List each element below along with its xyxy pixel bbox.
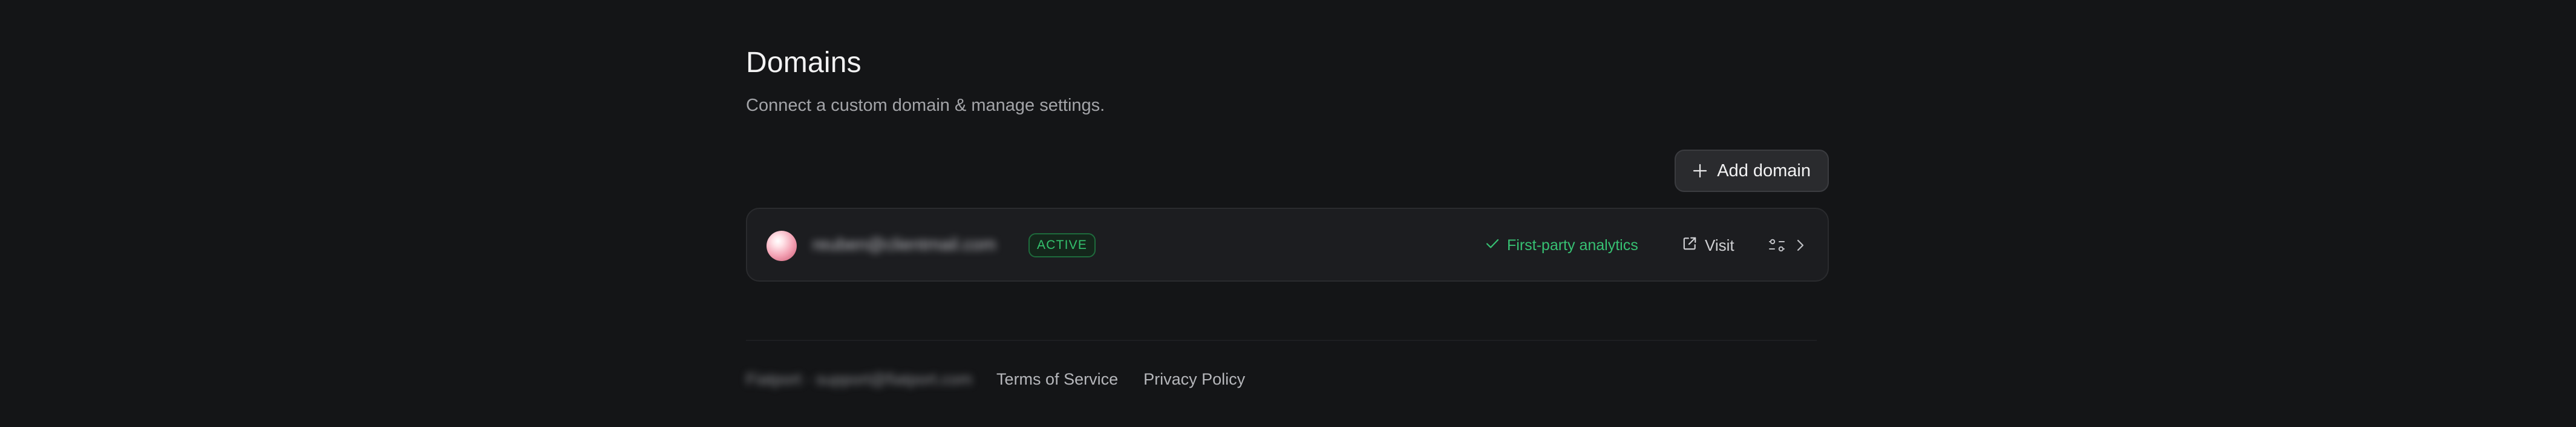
status-badge: ACTIVE [1028, 233, 1096, 257]
first-party-analytics-indicator: First-party analytics [1485, 233, 1638, 257]
footer-copyright: Fiatport · support@fiatport.com [746, 369, 973, 388]
footer: Fiatport · support@fiatport.com Terms of… [746, 367, 1245, 391]
page-title: Domains [746, 47, 861, 79]
domain-name: reuben@clientmail.com [812, 235, 996, 254]
domain-row[interactable]: reuben@clientmail.com ACTIVE First-party… [746, 208, 1829, 282]
add-domain-button[interactable]: Add domain [1675, 150, 1829, 192]
sliders-icon[interactable] [1768, 236, 1786, 254]
privacy-policy-link[interactable]: Privacy Policy [1143, 370, 1245, 389]
page-subtitle: Connect a custom domain & manage setting… [746, 96, 1105, 115]
check-icon [1485, 236, 1500, 255]
footer-divider [746, 340, 1817, 341]
domains-page: Domains Connect a custom domain & manage… [0, 0, 2576, 427]
external-link-icon [1682, 236, 1698, 256]
analytics-label: First-party analytics [1507, 236, 1638, 254]
domain-avatar [767, 231, 797, 261]
add-domain-label: Add domain [1717, 161, 1811, 180]
visit-label: Visit [1705, 236, 1734, 254]
chevron-right-icon[interactable] [1793, 236, 1808, 254]
terms-of-service-link[interactable]: Terms of Service [996, 370, 1118, 389]
plus-icon [1693, 164, 1707, 178]
visit-link[interactable]: Visit [1682, 233, 1734, 257]
